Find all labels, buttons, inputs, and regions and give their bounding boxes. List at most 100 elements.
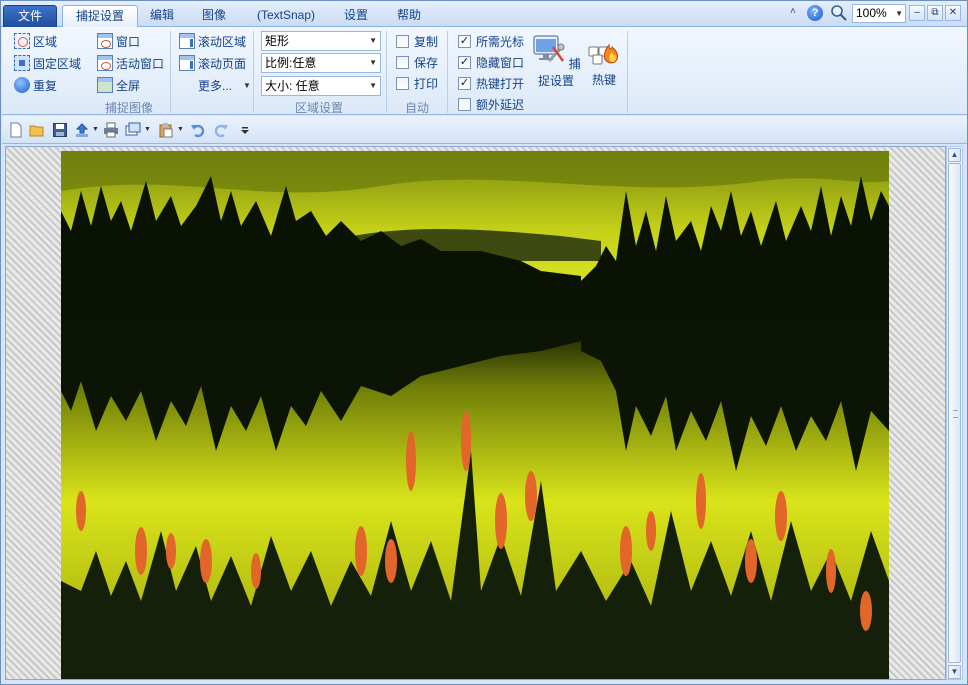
capture-fullscreen-label: 全屏 [116, 78, 141, 93]
zoom-level-select[interactable]: 100% ▼ [852, 4, 906, 23]
shape-select[interactable]: 矩形 ▼ [261, 31, 381, 51]
undo-icon[interactable] [190, 122, 206, 138]
checkbox-box [396, 76, 409, 90]
fullscreen-icon [97, 77, 113, 93]
tab-image[interactable]: 图像 [194, 5, 234, 27]
capture-scrolling-page-button[interactable]: 滚动页面 [179, 53, 246, 73]
hide-window-checkbox[interactable]: ✓ 隐藏窗口 [458, 53, 524, 71]
chevron-down-icon[interactable]: ▼ [92, 126, 99, 133]
auto-copy-label: 复制 [414, 34, 439, 49]
fixed-region-icon [14, 55, 30, 71]
ratio-value: 比例:任意 [265, 56, 317, 70]
capture-region-button[interactable]: 区域 [14, 31, 57, 51]
checkbox-checked-box: ✓ [458, 34, 471, 48]
auto-copy-checkbox[interactable]: 复制 [396, 32, 438, 50]
tab-capture-settings[interactable]: 捕捉设置 [62, 5, 138, 28]
scroll-grip-icon [953, 410, 958, 418]
tab-edit[interactable]: 编辑 [142, 5, 182, 27]
zoom-level-value: 100% [856, 6, 887, 20]
checkbox-checked-box: ✓ [458, 55, 471, 69]
region-select-icon [14, 33, 30, 49]
ribbon-divider [386, 31, 387, 113]
tab-textsnap[interactable]: (TextSnap) [249, 5, 323, 27]
checkbox-box [458, 97, 471, 111]
auto-group-label: 自动 [405, 101, 430, 115]
copy-window-icon[interactable] [125, 122, 141, 138]
repeat-icon [14, 77, 30, 93]
captured-landscape-image [61, 151, 889, 679]
app-window: 文件 捕捉设置 编辑 图像 (TextSnap) 设置 帮助 ˄ ? 100% … [0, 0, 968, 685]
chevron-down-icon: ▼ [369, 36, 377, 45]
scroll-page-icon [179, 55, 195, 71]
checkbox-checked-box: ✓ [458, 76, 471, 90]
more-capture-modes-label: 更多... [198, 78, 233, 93]
need-cursor-checkbox[interactable]: ✓ 所需光标 [458, 32, 524, 50]
chevron-down-icon: ▼ [243, 80, 251, 90]
scroll-up-button[interactable]: ▲ [948, 148, 961, 162]
ribbon-divider [170, 31, 171, 113]
vertical-scrollbar[interactable]: ▲ ▼ [946, 146, 963, 680]
open-folder-icon[interactable] [29, 122, 45, 138]
hotkey-label: 热键 [591, 73, 616, 87]
checkbox-box [396, 55, 409, 69]
chevron-down-icon: ▼ [369, 81, 377, 90]
capture-settings-button[interactable]: 捕捉设置 [531, 33, 581, 89]
need-cursor-label: 所需光标 [476, 34, 525, 49]
checkbox-box [396, 34, 409, 48]
chevron-down-icon[interactable]: ▼ [144, 126, 151, 133]
ribbon-panel: 区域 固定区域 重复 窗口 活动窗口 全屏 滚动区域 滚动页面 更多... ▼ … [2, 27, 967, 115]
repeat-capture-label: 重复 [33, 78, 58, 93]
scroll-region-icon [179, 33, 195, 49]
chevron-down-icon[interactable]: ▼ [177, 126, 184, 133]
capture-fixed-region-button[interactable]: 固定区域 [14, 53, 81, 73]
capture-window-button[interactable]: 窗口 [97, 31, 140, 51]
hotkey-button[interactable]: 热键 [587, 33, 621, 88]
auto-print-label: 打印 [414, 76, 439, 91]
capture-canvas[interactable] [5, 146, 946, 680]
new-file-icon[interactable] [8, 122, 24, 138]
save-icon[interactable] [52, 122, 68, 138]
upload-icon[interactable] [74, 122, 90, 138]
capture-scrolling-region-button[interactable]: 滚动区域 [179, 31, 246, 51]
quick-access-toolbar: ▼ ▼ ▼ [2, 116, 967, 144]
tab-settings[interactable]: 设置 [336, 5, 376, 27]
ribbon-divider [447, 31, 448, 113]
minimize-button[interactable]: – [909, 5, 925, 21]
scroll-down-button[interactable]: ▼ [948, 665, 961, 679]
capture-active-window-button[interactable]: 活动窗口 [97, 53, 164, 73]
capture-scrolling-region-label: 滚动区域 [198, 34, 247, 49]
help-icon[interactable]: ? [807, 5, 823, 21]
auto-print-checkbox[interactable]: 打印 [396, 74, 438, 92]
restore-button[interactable]: ⧉ [927, 5, 943, 21]
capture-settings-icon [533, 35, 565, 63]
auto-save-label: 保存 [414, 55, 439, 70]
more-capture-modes-button[interactable]: 更多... ▼ [198, 75, 251, 95]
zoom-magnifier-icon[interactable] [830, 4, 848, 22]
customize-toolbar-icon[interactable] [237, 122, 253, 138]
file-menu-tab[interactable]: 文件 [3, 5, 57, 27]
chevron-down-icon: ▼ [895, 9, 903, 18]
hotkey-enable-checkbox[interactable]: ✓ 热键打开 [458, 74, 524, 92]
scrollbar-thumb[interactable] [948, 163, 961, 663]
capture-scrolling-page-label: 滚动页面 [198, 56, 247, 71]
capture-active-window-label: 活动窗口 [116, 56, 165, 71]
tab-help[interactable]: 帮助 [389, 5, 429, 27]
hotkey-flame-icon [588, 43, 619, 65]
print-icon[interactable] [103, 122, 119, 138]
extra-delay-label: 额外延迟 [476, 97, 525, 112]
window-icon [97, 33, 113, 49]
collapse-ribbon-icon[interactable]: ˄ [790, 6, 796, 17]
paste-icon[interactable] [158, 122, 174, 138]
capture-window-label: 窗口 [116, 34, 141, 49]
hotkey-enable-label: 热键打开 [476, 76, 525, 91]
close-button[interactable]: ✕ [945, 5, 961, 21]
redo-icon[interactable] [213, 122, 229, 138]
auto-save-checkbox[interactable]: 保存 [396, 53, 438, 71]
size-select[interactable]: 大小: 任意 ▼ [261, 76, 381, 96]
capture-fullscreen-button[interactable]: 全屏 [97, 75, 140, 95]
region-settings-group-label: 区域设置 [295, 101, 344, 115]
extra-delay-checkbox[interactable]: 额外延迟 [458, 95, 524, 113]
ratio-select[interactable]: 比例:任意 ▼ [261, 53, 381, 73]
active-window-icon [97, 55, 113, 71]
repeat-capture-button[interactable]: 重复 [14, 75, 57, 95]
